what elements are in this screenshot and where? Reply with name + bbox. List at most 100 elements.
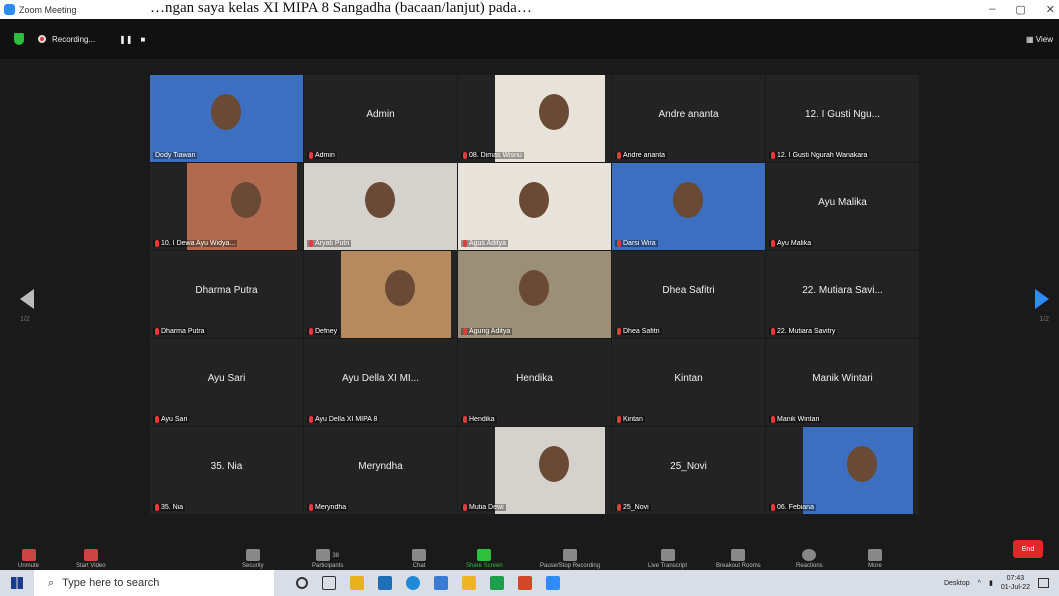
participant-display-name: Ayu Malika	[818, 197, 867, 208]
minimize-button[interactable]: –	[989, 3, 995, 16]
participant-tile[interactable]: 25_Novi 25_Novi	[612, 427, 765, 514]
participant-display-name: Andre ananta	[658, 109, 719, 120]
participant-video	[494, 427, 605, 514]
start-video-button[interactable]: Start Video	[76, 549, 106, 569]
participant-name-label: Ayu Malika	[769, 240, 814, 247]
participant-tile[interactable]: 06. Febiana	[766, 427, 919, 514]
maximize-button[interactable]: ▢	[1015, 3, 1025, 16]
participant-display-name: 25_Novi	[670, 461, 707, 472]
pause-stop-icon	[563, 549, 578, 561]
participant-face	[384, 270, 415, 307]
participant-tile[interactable]: Agus Aditya	[458, 163, 611, 250]
chat-button[interactable]: Chat	[412, 549, 426, 569]
clock-time: 07:43	[1006, 575, 1025, 582]
pause-stop-recording-button[interactable]: Pause/Stop Recording	[540, 549, 600, 569]
participant-video	[494, 75, 605, 162]
video-off-icon	[83, 549, 98, 561]
participant-tile[interactable]: 10. I Dewa Ayu Widya...	[150, 163, 303, 250]
live-transcript-button[interactable]: Live Transcript	[648, 549, 687, 569]
participant-tile[interactable]: Ayu Della XI MI... Ayu Della XI MIPA 8	[304, 339, 457, 426]
taskbar-search[interactable]: ⌕ Type here to search	[34, 570, 274, 596]
app-icon[interactable]	[434, 576, 448, 590]
participant-tile[interactable]: Andre ananta Andre ananta	[612, 75, 765, 162]
participant-label-text: Dharma Putra	[161, 328, 205, 335]
participant-label-text: Dody Tiawan	[155, 152, 196, 159]
close-button[interactable]: ✕	[1046, 3, 1055, 16]
edge-icon[interactable]	[406, 576, 420, 590]
participant-tile[interactable]: Dody Tiawan	[150, 75, 303, 162]
participant-tile[interactable]: Meryndha Meryndha	[304, 427, 457, 514]
mail-icon[interactable]	[378, 576, 392, 590]
prev-page-arrow-icon[interactable]	[20, 289, 34, 309]
speaker-icon[interactable]: ▮	[989, 579, 993, 587]
unmute-button[interactable]: Unmute	[18, 549, 39, 569]
participant-tile[interactable]: Darsi Wira	[612, 163, 765, 250]
participant-tile[interactable]: Kintan Kintan	[612, 339, 765, 426]
mic-muted-icon	[771, 240, 775, 247]
participant-tile[interactable]: Hendika Hendika	[458, 339, 611, 426]
zoom-taskbar-icon[interactable]	[546, 576, 560, 590]
participant-label-text: Ayu Sari	[161, 416, 188, 423]
end-meeting-button[interactable]: End	[1013, 540, 1043, 558]
participant-tile[interactable]: Defney	[304, 251, 457, 338]
chrome-icon[interactable]	[490, 576, 504, 590]
participant-tile[interactable]: Mutia Dewi	[458, 427, 611, 514]
participant-tile[interactable]: Dhea Safitri Dhea Safitri	[612, 251, 765, 338]
notifications-icon[interactable]	[1038, 578, 1049, 588]
breakout-rooms-button[interactable]: Breakout Rooms	[716, 549, 761, 569]
powerpoint-icon[interactable]	[518, 576, 532, 590]
participant-tile[interactable]: Ayu Sari Ayu Sari	[150, 339, 303, 426]
meeting-toolbar: Unmute Start Video Security 38 Participan…	[0, 540, 1059, 570]
mic-muted-icon	[617, 504, 621, 511]
participant-display-name: Manik Wintari	[812, 373, 873, 384]
participant-name-label: Dharma Putra	[153, 328, 207, 335]
participant-tile[interactable]: Aryati Putri	[304, 163, 457, 250]
chevron-up-icon[interactable]: ^	[978, 580, 981, 587]
participant-tile[interactable]: Manik Wintari Manik Wintari	[766, 339, 919, 426]
task-view-icon[interactable]	[322, 576, 336, 590]
participant-grid: Dody Tiawan Admin Admin 08. Dimas Wisnu Andr…	[150, 75, 919, 514]
participant-label-text: Andre ananta	[623, 152, 666, 159]
security-button[interactable]: Security	[242, 549, 264, 569]
cortana-icon[interactable]	[296, 577, 308, 589]
mic-muted-icon	[309, 328, 313, 335]
participant-label-text: Agung Aditya	[469, 328, 511, 335]
store-icon[interactable]	[350, 576, 364, 590]
more-button[interactable]: More	[868, 549, 882, 569]
participant-tile[interactable]: 08. Dimas Wisnu	[458, 75, 611, 162]
participant-label-text: 08. Dimas Wisnu	[469, 152, 522, 159]
search-icon: ⌕	[48, 576, 55, 589]
participant-tile[interactable]: Ayu Malika Ayu Malika	[766, 163, 919, 250]
share-screen-button[interactable]: Share Screen	[466, 549, 503, 569]
start-button[interactable]	[0, 570, 34, 596]
security-shield-icon[interactable]	[14, 33, 24, 45]
participant-display-name: Dharma Putra	[195, 285, 258, 296]
participant-name-label: Dody Tiawan	[153, 152, 198, 159]
pause-recording-icon[interactable]: ❚❚	[119, 35, 132, 44]
participant-name-label: Ayu Sari	[153, 416, 190, 423]
participant-face	[230, 182, 261, 219]
mic-muted-icon	[771, 152, 775, 159]
file-explorer-icon[interactable]	[462, 576, 476, 590]
mic-off-icon	[21, 549, 36, 561]
view-button[interactable]: ▦ View	[1026, 35, 1053, 44]
participant-tile[interactable]: Admin Admin	[304, 75, 457, 162]
recording-label: Recording...	[52, 34, 96, 44]
participant-name-label: Andre ananta	[615, 152, 668, 159]
desktop-label[interactable]: Desktop	[944, 580, 970, 587]
participant-tile[interactable]: Agung Aditya	[458, 251, 611, 338]
mic-muted-icon	[771, 328, 775, 335]
participant-tile[interactable]: 35. Nia 35. Nia	[150, 427, 303, 514]
participant-tile[interactable]: Dharma Putra Dharma Putra	[150, 251, 303, 338]
participant-tile[interactable]: 22. Mutiara Savi... 22. Mutiara Savitry	[766, 251, 919, 338]
stop-recording-icon[interactable]: ■	[141, 35, 146, 44]
mic-muted-icon	[463, 504, 467, 511]
record-dot-icon	[38, 35, 46, 43]
participant-label-text: 06. Febiana	[777, 504, 814, 511]
participants-button[interactable]: 38 Participants	[312, 549, 343, 569]
participant-tile[interactable]: 12. I Gusti Ngu... 12. I Gusti Ngurah Wan…	[766, 75, 919, 162]
next-page-arrow-icon[interactable]	[1035, 289, 1049, 309]
participant-display-name: Meryndha	[358, 461, 403, 472]
participant-name-label: 10. I Dewa Ayu Widya...	[153, 240, 238, 247]
reactions-button[interactable]: Reactions	[796, 549, 823, 569]
